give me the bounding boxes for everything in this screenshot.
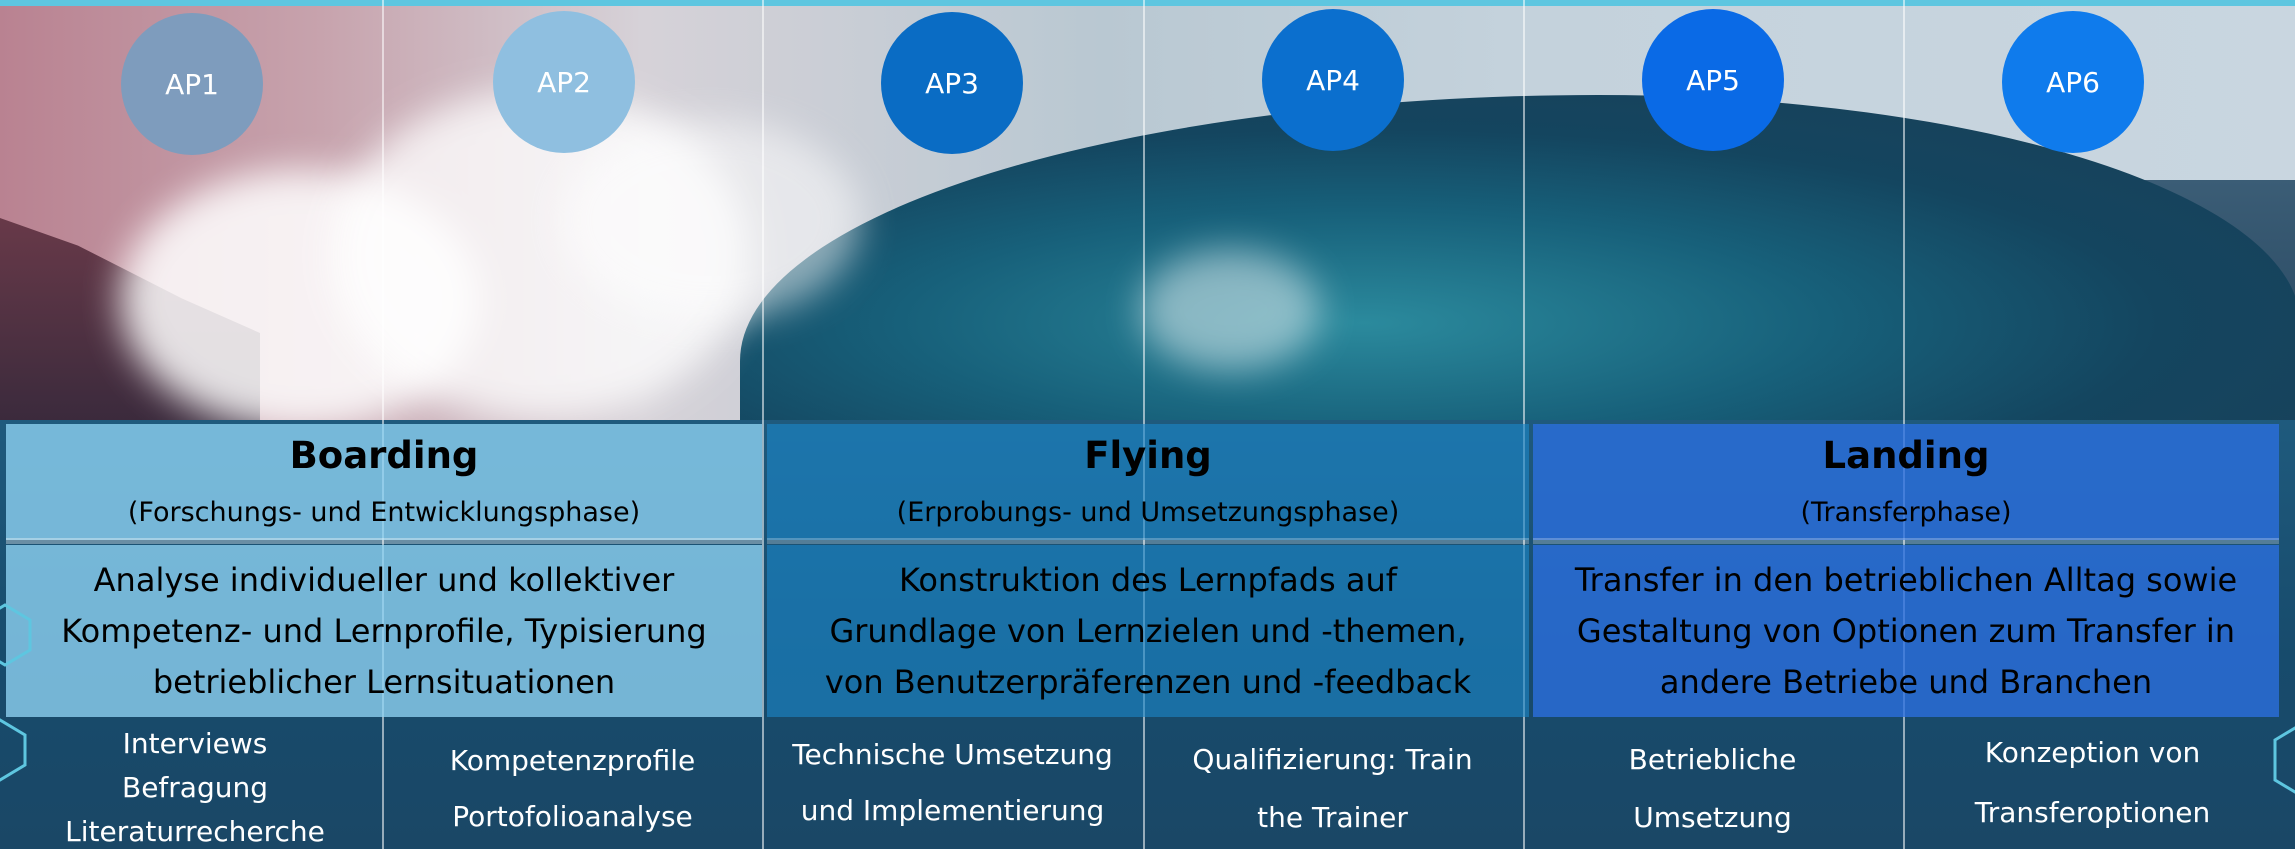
task-line: Literaturrecherche bbox=[65, 815, 325, 848]
phase-description-flying: Konstruktion des Lernpfads auf Grundlage… bbox=[767, 545, 1529, 717]
phase-description-line: Kompetenz- und Lernprofile, Typisierung bbox=[61, 611, 707, 650]
phase-title: Boarding bbox=[289, 434, 479, 477]
task-line: Transferoptionen bbox=[1974, 796, 2211, 829]
work-package-circle-ap3: AP3 bbox=[881, 12, 1023, 154]
task-line: Qualifizierung: Train bbox=[1192, 743, 1473, 776]
decorative-hexagons-left bbox=[0, 603, 32, 782]
phase-divider bbox=[767, 538, 1529, 544]
top-accent-band bbox=[0, 0, 2295, 6]
work-package-circle-ap4: AP4 bbox=[1262, 9, 1404, 151]
phase-description-landing: Transfer in den betrieblichen Alltag sow… bbox=[1533, 545, 2279, 717]
task-label-ap2: Kompetenzprofile Portofolioanalyse bbox=[400, 733, 745, 845]
task-label-ap5: Betriebliche Umsetzung bbox=[1530, 731, 1895, 847]
decorative-hexagon-right bbox=[2273, 726, 2295, 794]
task-label-ap1: Interviews Befragung Literaturrecherche bbox=[40, 722, 350, 849]
work-package-circle-ap2: AP2 bbox=[493, 11, 635, 153]
task-label-ap4: Qualifizierung: Train the Trainer bbox=[1150, 731, 1515, 847]
column-divider bbox=[762, 0, 764, 849]
phase-subtitle: (Transferphase) bbox=[1800, 497, 2012, 528]
phase-description-line: von Benutzerpräferenzen und -feedback bbox=[824, 662, 1472, 701]
phase-header-landing: Landing (Transferphase) bbox=[1533, 424, 2279, 540]
task-line: und Implementierung bbox=[800, 794, 1105, 827]
task-line: Befragung bbox=[121, 771, 268, 804]
task-line: Konzeption von bbox=[1984, 736, 2201, 769]
background-spray bbox=[1140, 250, 1320, 370]
hexagon-outline-shape bbox=[0, 603, 32, 667]
phase-description-line: Grundlage von Lernzielen und -themen, bbox=[829, 611, 1467, 650]
task-line: Technische Umsetzung bbox=[792, 738, 1113, 771]
task-line: Interviews bbox=[122, 727, 268, 760]
phase-description-line: Transfer in den betrieblichen Alltag sow… bbox=[1574, 560, 2238, 599]
phase-title: Landing bbox=[1822, 434, 1990, 477]
phase-description-line: Analyse individueller und kollektiver bbox=[93, 560, 675, 599]
work-package-circle-ap6: AP6 bbox=[2002, 11, 2144, 153]
hexagon-outline-shape bbox=[0, 718, 27, 782]
work-package-circle-ap1: AP1 bbox=[121, 13, 263, 155]
task-line: Portofolioanalyse bbox=[452, 800, 693, 833]
phase-header-flying: Flying (Erprobungs- und Umsetzungsphase) bbox=[767, 424, 1529, 540]
phase-description-line: betrieblicher Lernsituationen bbox=[152, 662, 616, 701]
phase-subtitle: (Forschungs- und Entwicklungsphase) bbox=[127, 497, 641, 528]
task-label-ap3: Technische Umsetzung und Implementierung bbox=[770, 727, 1135, 839]
background-spray bbox=[560, 120, 860, 320]
hexagon-outline-shape bbox=[2273, 726, 2295, 794]
wave-diagram: AP1 AP2 AP3 AP4 AP5 AP6 Boarding (Forsch… bbox=[0, 0, 2295, 849]
work-package-circle-ap5: AP5 bbox=[1642, 9, 1784, 151]
task-label-ap6: Konzeption von Transferoptionen bbox=[1910, 723, 2275, 843]
phase-description-line: Konstruktion des Lernpfads auf bbox=[898, 560, 1398, 599]
task-line: Kompetenzprofile bbox=[449, 744, 696, 777]
task-line: Betriebliche bbox=[1628, 743, 1797, 776]
phase-divider bbox=[1533, 538, 2279, 544]
phase-description-boarding: Analyse individueller und kollektiver Ko… bbox=[6, 545, 762, 717]
phase-title: Flying bbox=[1084, 434, 1212, 477]
phase-subtitle: (Erprobungs- und Umsetzungsphase) bbox=[896, 497, 1400, 528]
task-line: Umsetzung bbox=[1633, 801, 1792, 834]
task-line: the Trainer bbox=[1257, 801, 1408, 834]
phase-description-line: Gestaltung von Optionen zum Transfer in bbox=[1576, 611, 2236, 650]
phase-description-line: andere Betriebe und Branchen bbox=[1659, 662, 2153, 701]
phase-divider bbox=[6, 538, 762, 544]
phase-header-boarding: Boarding (Forschungs- und Entwicklungsph… bbox=[6, 424, 762, 540]
